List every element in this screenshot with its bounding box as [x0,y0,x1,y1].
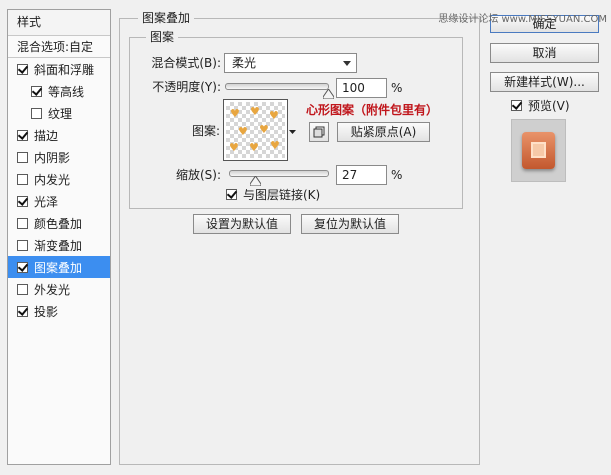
style-items: 斜面和浮雕等高线纹理描边内阴影内发光光泽颜色叠加渐变叠加图案叠加外发光投影 [8,58,110,322]
style-item-label: 斜面和浮雕 [34,62,95,77]
link-with-layer-checkbox-box[interactable] [226,188,237,200]
style-item[interactable]: 投影 [8,300,110,322]
preview-checkbox[interactable]: 预览(V) [511,96,570,114]
annotation-text: 心形图案（附件包里有） [306,103,439,117]
link-with-layer-checkbox[interactable]: 与图层链接(K) [226,185,320,203]
preview-checkbox-box[interactable] [511,99,522,111]
preview-swatch [522,132,555,169]
chevron-down-icon [343,61,351,66]
heart-icon: ♥ [270,139,280,152]
heart-icon: ♥ [249,141,259,154]
style-item[interactable]: 渐变叠加 [8,234,110,256]
style-item[interactable]: 内阴影 [8,146,110,168]
style-item-label: 纹理 [48,106,73,121]
opacity-label: 不透明度(Y): [152,80,221,94]
style-item-label: 描边 [34,128,59,143]
pattern-subgroup-title: 图案 [146,30,179,44]
heart-icon: ♥ [269,109,279,122]
new-style-button[interactable]: 新建样式(W)... [490,72,599,92]
style-item-checkbox[interactable] [17,63,28,75]
styles-header[interactable]: 样式 [8,10,110,36]
new-preset-from-pattern-button[interactable] [309,122,329,142]
style-item-checkbox[interactable] [17,217,28,229]
style-item-checkbox[interactable] [17,283,28,295]
style-item-label: 内发光 [34,172,71,187]
blend-mode-value: 柔光 [232,56,257,70]
blend-mode-label: 混合模式(B): [151,56,221,70]
pattern-overlay-title: 图案叠加 [138,11,195,25]
pattern-label: 图案: [191,124,220,138]
heart-icon: ♥ [259,123,269,136]
style-item-label: 等高线 [48,84,85,99]
style-item-checkbox[interactable] [17,129,28,141]
style-item[interactable]: 描边 [8,124,110,146]
heart-icon: ♥ [238,125,248,138]
heart-icon: ♥ [229,141,239,154]
style-item[interactable]: 纹理 [8,102,110,124]
new-preset-icon [313,126,325,138]
style-item-label: 投影 [34,304,59,319]
styles-list-panel: 样式 混合选项:自定 斜面和浮雕等高线纹理描边内阴影内发光光泽颜色叠加渐变叠加图… [7,9,111,465]
opacity-slider-thumb[interactable] [323,89,334,99]
pattern-swatch[interactable]: ♥ ♥ ♥ ♥ ♥ ♥ ♥ ♥ [223,99,288,161]
style-item[interactable]: 颜色叠加 [8,212,110,234]
preview-label: 预览(V) [528,98,570,113]
scale-slider-track[interactable] [229,170,329,177]
pattern-preview: ♥ ♥ ♥ ♥ ♥ ♥ ♥ ♥ [226,102,285,158]
style-item[interactable]: 斜面和浮雕 [8,58,110,80]
style-item[interactable]: 光泽 [8,190,110,212]
style-item-checkbox[interactable] [17,261,28,273]
style-item-label: 渐变叠加 [34,238,83,253]
style-item-label: 颜色叠加 [34,216,83,231]
style-item[interactable]: 内发光 [8,168,110,190]
style-item-label: 图案叠加 [34,260,83,275]
style-item[interactable]: 图案叠加 [8,256,110,278]
style-item[interactable]: 等高线 [8,80,110,102]
scale-input[interactable]: 27 [336,165,387,185]
heart-icon: ♥ [230,107,240,120]
link-with-layer-label: 与图层链接(K) [243,187,321,202]
style-item-label: 外发光 [34,282,71,297]
pattern-dropdown-arrow-icon[interactable] [288,126,297,136]
snap-to-origin-button[interactable]: 贴紧原点(A) [337,122,430,142]
make-default-button[interactable]: 设置为默认值 [193,214,291,234]
opacity-percent-sign: % [391,81,403,95]
cancel-button[interactable]: 取消 [490,43,599,63]
opacity-input[interactable]: 100 [336,78,387,98]
style-item[interactable]: 外发光 [8,278,110,300]
style-preview-thumbnail [511,119,566,182]
style-item-checkbox[interactable] [31,85,42,97]
preview-inner-square [531,142,546,158]
reset-to-default-button[interactable]: 复位为默认值 [301,214,399,234]
style-item-checkbox[interactable] [17,195,28,207]
style-item-checkbox[interactable] [17,239,28,251]
heart-icon: ♥ [250,105,260,118]
style-item-checkbox[interactable] [17,305,28,317]
style-item-checkbox[interactable] [17,151,28,163]
scale-percent-sign: % [391,168,403,182]
style-item-checkbox[interactable] [31,107,42,119]
style-item-label: 内阴影 [34,150,71,165]
watermark: 思缘设计论坛 www.MISSYUAN.COM [438,14,607,25]
style-item-label: 光泽 [34,194,59,209]
style-item-checkbox[interactable] [17,173,28,185]
blending-options-item[interactable]: 混合选项:自定 [8,36,110,58]
opacity-slider-track[interactable] [225,83,329,90]
blend-mode-select[interactable]: 柔光 [224,53,357,73]
scale-label: 缩放(S): [175,168,221,182]
